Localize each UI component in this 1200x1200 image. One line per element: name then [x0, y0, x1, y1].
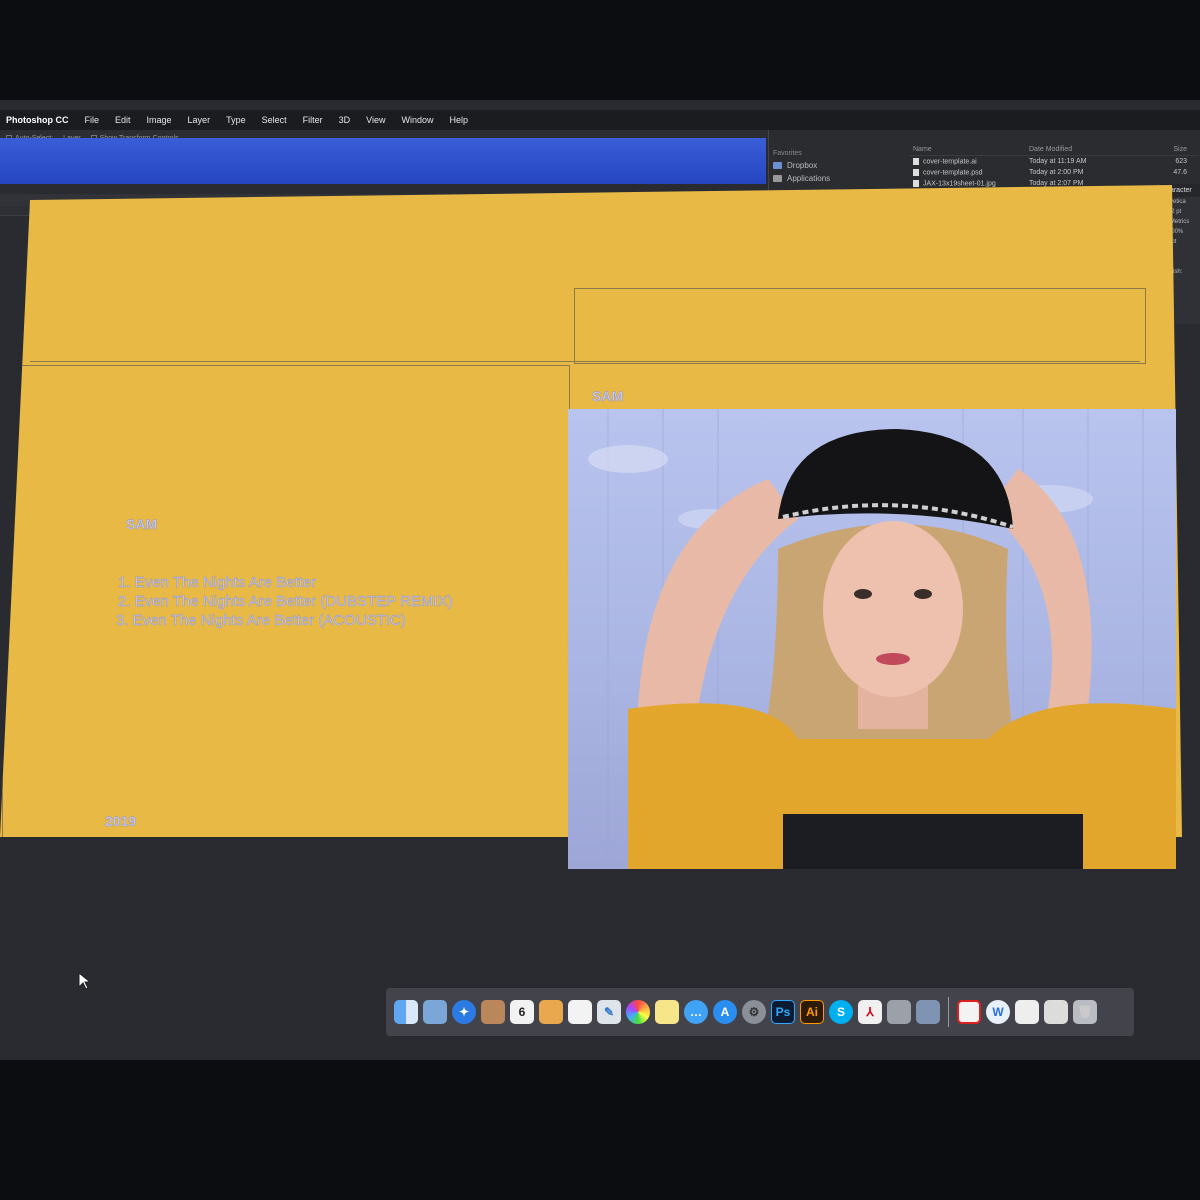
- file-size: 47.6: [1173, 169, 1187, 176]
- file-size: 623: [1175, 158, 1187, 165]
- file-icon: [913, 179, 919, 187]
- calendar-icon[interactable]: 6: [510, 1000, 534, 1024]
- column-date[interactable]: Date Modified: [1029, 146, 1147, 153]
- illustrator-icon[interactable]: Ai: [800, 1000, 824, 1024]
- menu-filter[interactable]: Filter: [303, 115, 323, 125]
- track-1[interactable]: 1. Even The Nights Are Better: [118, 574, 317, 591]
- photos-icon[interactable]: [626, 1000, 650, 1024]
- menu-type[interactable]: Type: [226, 115, 246, 125]
- sidebar-item-label: Applications: [787, 174, 831, 183]
- safari-icon[interactable]: ✦: [452, 1000, 476, 1024]
- file-row[interactable]: cover-template.ai Today at 11:19 AM 623: [909, 156, 1199, 167]
- image-capture-icon[interactable]: [916, 1000, 940, 1024]
- finder-file-list: Name Date Modified Size cover-template.a…: [909, 146, 1199, 189]
- menu-view[interactable]: View: [366, 115, 385, 125]
- dock-separator: [948, 997, 949, 1027]
- file-date: Today at 11:19 AM: [1029, 158, 1087, 165]
- menu-window[interactable]: Window: [401, 115, 433, 125]
- file-name: JAX-13x19sheet-01.jpg: [923, 180, 996, 188]
- skype-icon[interactable]: S: [829, 1000, 853, 1024]
- menu-help[interactable]: Help: [449, 115, 468, 125]
- sidebar-item-applications[interactable]: Applications: [773, 174, 893, 183]
- guide-horizontal-top: [30, 361, 1140, 362]
- acrobat-icon[interactable]: ⅄: [858, 1000, 882, 1024]
- scanner-icon[interactable]: [887, 1000, 911, 1024]
- cover-photo[interactable]: [568, 409, 1176, 869]
- file-icon: [913, 168, 919, 176]
- file-row[interactable]: cover-template.psd Today at 2:00 PM 47.6: [909, 167, 1199, 178]
- sidebar-item-label: Dropbox: [787, 161, 818, 170]
- dropbox-icon: [773, 162, 782, 169]
- file-icon[interactable]: [1044, 1000, 1068, 1024]
- file-name: cover-template.ai: [923, 158, 977, 166]
- menu-file[interactable]: File: [85, 115, 100, 125]
- back-artist-name[interactable]: SAM: [126, 516, 158, 532]
- trash-icon[interactable]: 🗑: [1073, 1000, 1097, 1024]
- favorites-header: Favorites: [773, 150, 802, 157]
- finder-icon[interactable]: [394, 1000, 418, 1024]
- menu-layer[interactable]: Layer: [188, 115, 211, 125]
- preview-photo-icon[interactable]: ✎: [597, 1000, 621, 1024]
- word-icon[interactable]: W: [986, 1000, 1010, 1024]
- file-icon: [913, 157, 919, 165]
- front-artist-name[interactable]: SAM: [592, 388, 624, 404]
- menu-image[interactable]: Image: [147, 115, 172, 125]
- app-menu[interactable]: Photoshop CC: [6, 115, 69, 125]
- contacts-icon[interactable]: [481, 1000, 505, 1024]
- menu-select[interactable]: Select: [262, 115, 287, 125]
- desktop-background: [0, 138, 766, 184]
- column-name[interactable]: Name: [909, 146, 1029, 153]
- mouse-cursor-icon: [78, 971, 92, 995]
- guide-top-flap: [574, 288, 1146, 364]
- menu-edit[interactable]: Edit: [115, 115, 131, 125]
- notes-icon[interactable]: [539, 1000, 563, 1024]
- crop-tool-icon[interactable]: [957, 1000, 981, 1024]
- finder-sidebar: Favorites Dropbox Applications: [773, 150, 893, 187]
- file-date: Today at 2:00 PM: [1029, 169, 1084, 176]
- menu-3d[interactable]: 3D: [339, 115, 351, 125]
- messages-icon[interactable]: …: [684, 1000, 708, 1024]
- app-store-icon[interactable]: A: [713, 1000, 737, 1024]
- menu-bar: Photoshop CC File Edit Image Layer Type …: [0, 110, 1200, 130]
- file-name: cover-template.psd: [923, 169, 983, 177]
- file-list-header: Name Date Modified Size: [909, 146, 1199, 156]
- document-icon[interactable]: [1015, 1000, 1039, 1024]
- photoshop-icon[interactable]: Ps: [771, 1000, 795, 1024]
- cover-photo-illustration: [588, 409, 1176, 869]
- sidebar-item-dropbox[interactable]: Dropbox: [773, 161, 893, 170]
- dock: ✦ 6 ✎ … A ⚙ Ps Ai S ⅄ W 🗑: [386, 988, 1134, 1036]
- textedit-icon[interactable]: [568, 1000, 592, 1024]
- release-year[interactable]: 2019: [105, 813, 137, 829]
- finder-window: Favorites Dropbox Applications Name Date…: [768, 130, 1200, 190]
- column-size[interactable]: Size: [1147, 146, 1187, 153]
- kerning-value: Metrics: [1169, 219, 1190, 225]
- preview-icon[interactable]: [423, 1000, 447, 1024]
- applications-icon: [773, 175, 782, 182]
- system-preferences-icon[interactable]: ⚙: [742, 1000, 766, 1024]
- stickies-icon[interactable]: [655, 1000, 679, 1024]
- track-2[interactable]: 2. Even The Nights Are Better (DUBSTEP R…: [118, 593, 453, 610]
- track-3[interactable]: 3. Even The Nights Are Better (ACOUSTIC): [116, 612, 406, 629]
